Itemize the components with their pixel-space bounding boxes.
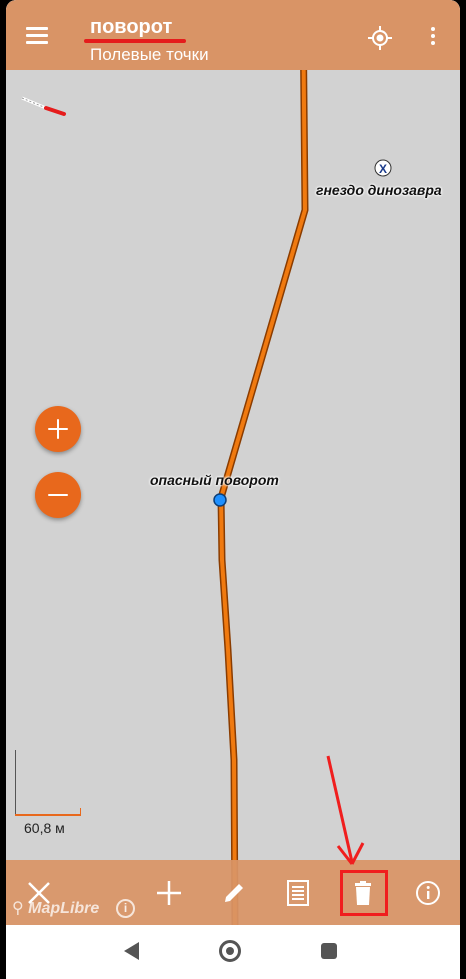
phone-screen: X гнездо динозавра опасный поворот 60,8 …	[6, 0, 460, 979]
annotation-arrow	[326, 755, 365, 865]
recent-apps-icon[interactable]	[321, 943, 337, 959]
system-navbar	[6, 925, 460, 979]
back-icon[interactable]	[124, 942, 139, 960]
home-icon[interactable]	[219, 940, 241, 962]
